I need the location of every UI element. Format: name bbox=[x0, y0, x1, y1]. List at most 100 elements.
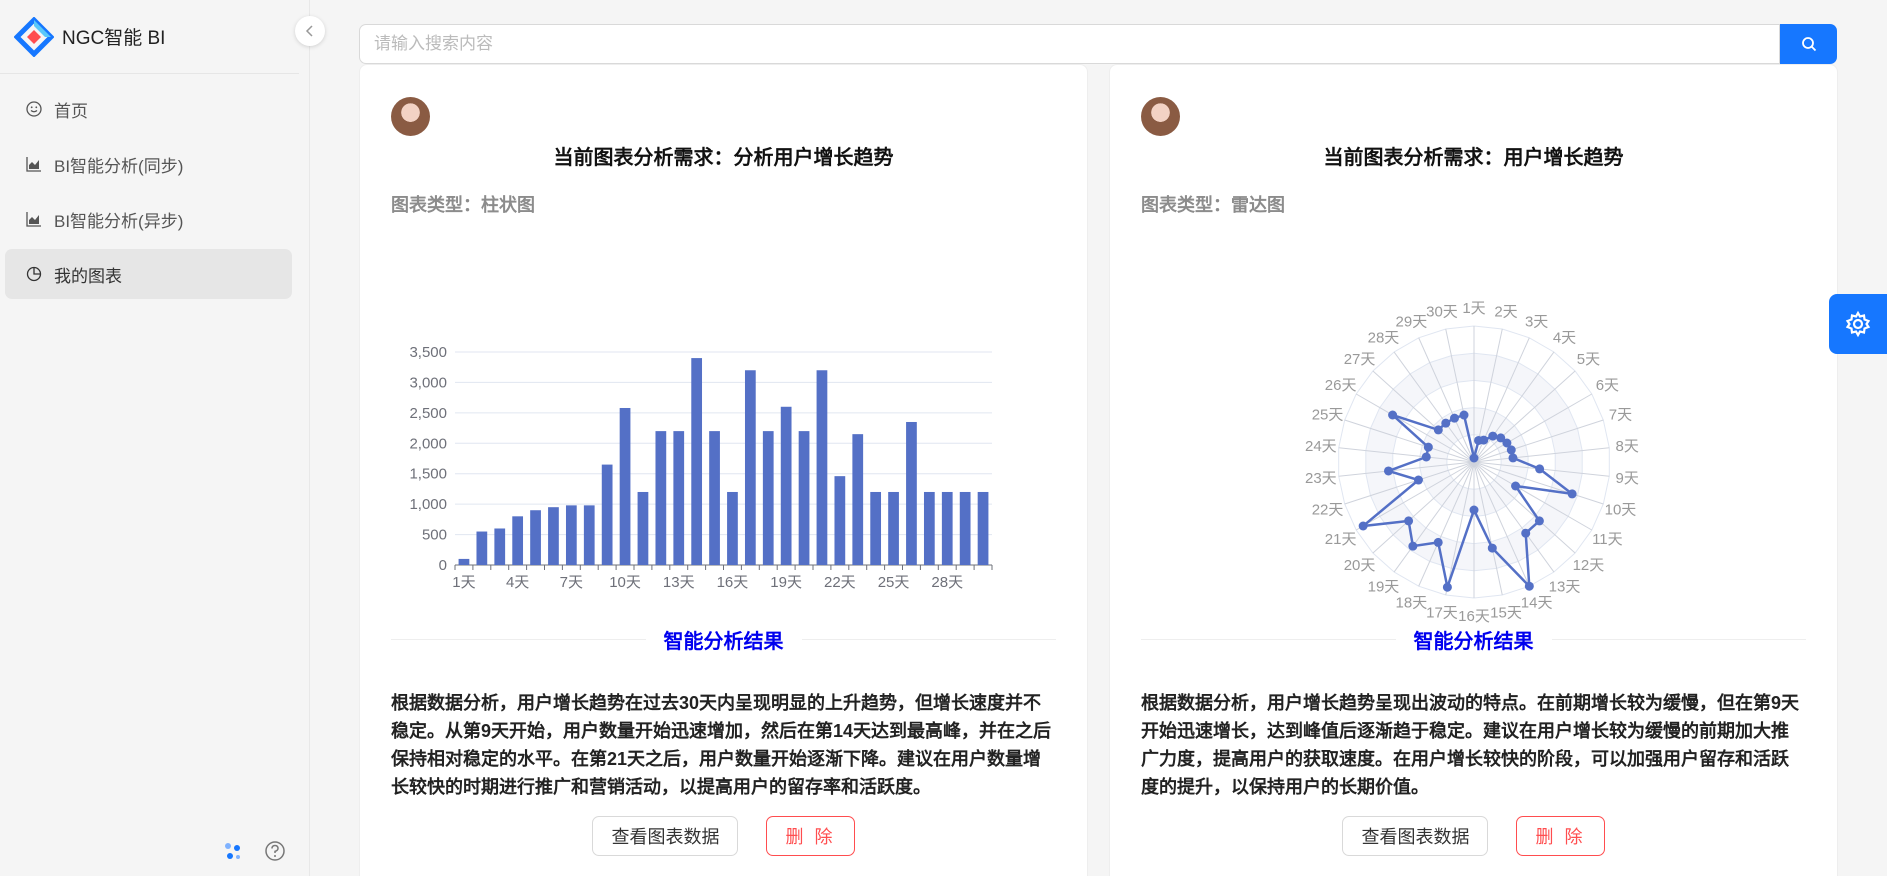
y-tick-label: 0 bbox=[439, 557, 447, 574]
search-input[interactable] bbox=[359, 24, 1780, 64]
radar-axis-label: 27天 bbox=[1344, 351, 1376, 368]
x-tick-label: 7天 bbox=[560, 574, 583, 591]
radar-point bbox=[1449, 413, 1459, 423]
x-tick-label: 25天 bbox=[878, 574, 910, 591]
radar-axis-label: 1天 bbox=[1462, 300, 1485, 317]
radar-axis-label: 24天 bbox=[1305, 438, 1337, 455]
radar-point bbox=[1469, 505, 1479, 515]
bar bbox=[530, 510, 541, 565]
card-actions: 查看图表数据 删 除 bbox=[360, 816, 1087, 856]
radar-axis-label: 6天 bbox=[1596, 377, 1619, 394]
delete-button[interactable]: 删 除 bbox=[1516, 816, 1605, 856]
bar bbox=[834, 476, 846, 565]
radar-point bbox=[1358, 521, 1368, 531]
menu-item-label: 我的图表 bbox=[54, 266, 122, 286]
radar-axis-label: 9天 bbox=[1615, 470, 1638, 487]
bar bbox=[906, 421, 917, 565]
radar-axis-label: 25天 bbox=[1312, 406, 1344, 423]
x-tick-label: 28天 bbox=[931, 574, 963, 591]
brand[interactable]: NGC智能 BI bbox=[0, 0, 299, 74]
bar bbox=[637, 491, 649, 565]
x-tick-label: 4天 bbox=[506, 574, 529, 591]
view-chart-data-button[interactable]: 查看图表数据 bbox=[592, 816, 739, 856]
chevron-left-icon bbox=[305, 25, 313, 37]
radar-point bbox=[1479, 435, 1489, 445]
bar bbox=[816, 370, 828, 565]
settings-button[interactable] bbox=[1829, 294, 1887, 354]
radar-axis-label: 3天 bbox=[1525, 313, 1548, 330]
radar-chart: 1天 2天3天4天5天6天7天8天9天10天11天12天13天14天15天16天1… bbox=[1305, 300, 1639, 625]
bar bbox=[494, 528, 506, 565]
radar-axis-label: 19天 bbox=[1368, 579, 1400, 596]
radar-axis-label: 15天 bbox=[1490, 605, 1522, 622]
smile-icon bbox=[24, 99, 44, 119]
bar bbox=[512, 516, 524, 565]
y-tick-label: 2,500 bbox=[409, 405, 447, 422]
radar-axis-label: 26天 bbox=[1325, 377, 1357, 394]
radar-point bbox=[1441, 418, 1451, 428]
help-icon[interactable] bbox=[264, 840, 286, 867]
menu-item-label: 首页 bbox=[54, 101, 88, 121]
bar bbox=[780, 406, 792, 565]
view-chart-data-button[interactable]: 查看图表数据 bbox=[1342, 816, 1489, 856]
radar-axis-label: 7天 bbox=[1609, 406, 1632, 423]
delete-button[interactable]: 删 除 bbox=[766, 816, 855, 856]
radar-point bbox=[1488, 431, 1498, 441]
menu-item-my-charts[interactable]: 我的图表 bbox=[5, 249, 292, 299]
chart-card: 当前图表分析需求：分析用户增长趋势 图表类型：柱状图 0 500 1,000 1,50… bbox=[359, 64, 1088, 876]
x-tick-label: 10天 bbox=[609, 574, 641, 591]
bar bbox=[565, 505, 577, 565]
bar-chart: 0 500 1,000 1,500 2,000 2,500 3,000 3,500 1天 4天 7天… bbox=[409, 344, 993, 591]
radar-axis-label: 4天 bbox=[1553, 329, 1576, 346]
chart-type-label: 图表类型： bbox=[391, 195, 481, 215]
radar-point bbox=[1535, 464, 1545, 474]
dots-icon[interactable] bbox=[222, 840, 244, 867]
radar-axis-label: 14天 bbox=[1521, 595, 1553, 612]
radar-point bbox=[1469, 453, 1479, 463]
radar-axis-label: 22天 bbox=[1312, 502, 1344, 519]
logo-icon bbox=[14, 16, 54, 57]
bar bbox=[548, 507, 559, 565]
radar-point bbox=[1388, 410, 1398, 420]
analysis-text: 根据数据分析，用户增长趋势在过去30天内呈现明显的上升趋势，但增长速度并不稳定。… bbox=[391, 693, 1052, 797]
radar-point bbox=[1423, 442, 1433, 452]
radar-axis-label: 23天 bbox=[1305, 470, 1337, 487]
card-title: 当前图表分析需求：分析用户增长趋势 bbox=[553, 147, 894, 169]
collapse-sidebar-button[interactable] bbox=[295, 16, 325, 46]
search-button[interactable] bbox=[1780, 24, 1837, 64]
y-tick-label: 3,000 bbox=[409, 374, 447, 391]
y-tick-label: 1,000 bbox=[409, 496, 447, 513]
radar-point bbox=[1383, 466, 1393, 476]
radar-axis-label: 8天 bbox=[1615, 438, 1638, 455]
bar bbox=[852, 434, 864, 565]
y-tick-label: 500 bbox=[422, 527, 447, 544]
card-actions: 查看图表数据 删 除 bbox=[1110, 816, 1837, 856]
radar-point bbox=[1487, 543, 1497, 553]
analysis-text: 根据数据分析，用户增长趋势呈现出波动的特点。在前期增长较为缓慢，但在第9天开始迅… bbox=[1141, 693, 1800, 797]
bar bbox=[923, 491, 935, 565]
menu-item-bi-sync[interactable]: BI智能分析(同步) bbox=[5, 139, 292, 189]
bar bbox=[888, 491, 899, 565]
result-divider: 智能分析结果 bbox=[391, 625, 1056, 653]
radar-point bbox=[1413, 475, 1423, 485]
radar-point bbox=[1442, 582, 1452, 592]
radar-axis-label: 28天 bbox=[1368, 329, 1400, 346]
bar bbox=[762, 431, 774, 565]
menu-item-home[interactable]: 首页 bbox=[5, 84, 292, 134]
bar bbox=[458, 558, 470, 565]
radar-point bbox=[1508, 453, 1518, 463]
bar bbox=[583, 505, 595, 565]
result-title: 智能分析结果 bbox=[1413, 630, 1534, 653]
chart-type: 图表类型：柱状图 bbox=[391, 191, 535, 217]
gear-icon bbox=[1845, 310, 1871, 338]
avatar bbox=[1141, 97, 1180, 136]
radar-point bbox=[1567, 489, 1577, 499]
chart-type-value: 雷达图 bbox=[1231, 195, 1285, 215]
search-bar bbox=[359, 24, 1837, 64]
radar-axis-label: 30天 bbox=[1426, 303, 1458, 320]
menu-item-bi-async[interactable]: BI智能分析(异步) bbox=[5, 194, 292, 244]
radar-axis-label: 11天 bbox=[1592, 531, 1623, 548]
radar-point bbox=[1408, 541, 1418, 551]
bar bbox=[655, 431, 667, 565]
x-tick-label: 22天 bbox=[824, 574, 856, 591]
